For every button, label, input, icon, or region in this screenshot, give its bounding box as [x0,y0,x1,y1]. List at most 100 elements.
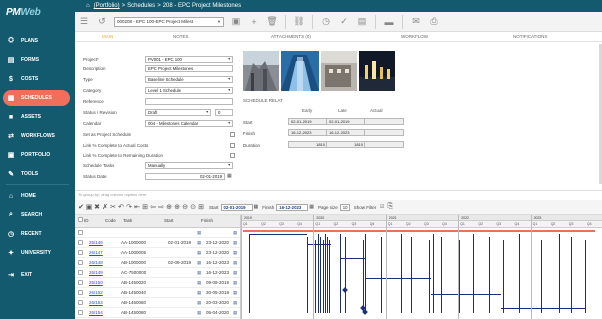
table-row[interactable]: 26/149 AC-7500000 16-12-2023 ▦ ▦ [75,268,240,278]
table-row[interactable]: 26/146 AA-1000000 02-01-2019 23-12-2020 ▦ ▦ [75,238,240,248]
save-grid-icon[interactable]: ✔ [77,203,85,211]
page-size-input[interactable]: 10 [339,203,350,211]
start-column-header[interactable]: Start [164,218,174,223]
project-select[interactable]: PV001 - EPC 100 ▼ [145,55,233,63]
tab-attachments[interactable]: Attachments (0) [271,34,311,39]
row-checkbox[interactable] [78,250,83,255]
group-by-bar[interactable]: To group by: drag column caption here [75,190,602,198]
folder-icon[interactable]: ▬ [380,14,398,30]
sidebar-item-assets[interactable]: ■ ASSETS [0,109,75,125]
row-id-link[interactable]: 26/149 [89,270,103,275]
tab-workflow[interactable]: Workflow [401,34,428,39]
schedule-tasks-select[interactable]: Manually ▼ [145,161,233,169]
project-photo-1[interactable] [243,51,279,91]
zoom-out-icon[interactable]: ⊖ [181,203,189,211]
select-all-checkbox[interactable] [78,217,83,222]
breadcrumb-schedules[interactable]: Schedules [127,3,155,9]
export-gantt-icon[interactable]: ⎘ [386,203,394,211]
row-id-link[interactable]: 26/153 [89,300,103,305]
clock-icon[interactable]: ◷ [317,14,335,30]
link-remaining-checkbox[interactable] [230,152,235,158]
sidebar-item-portfolio[interactable]: ▣ PORTFOLIO [0,147,75,163]
sidebar-item-schedules[interactable]: ▦ SCHEDULES [3,90,70,106]
row-checkbox[interactable] [78,290,83,295]
row-checkbox[interactable] [78,260,83,265]
calendar-select[interactable]: 004 - Milestones Calendar ▼ [145,119,233,127]
project-photo-2[interactable] [281,51,319,91]
type-select[interactable]: Baseline Schedule ▼ [145,75,233,83]
calendar-icon[interactable]: ▦ [309,204,314,210]
description-field[interactable]: EPC Project Milestones [145,64,233,72]
start-filter-input[interactable]: 02-01-2019 [220,203,253,211]
code-column-header[interactable]: Code [105,218,116,223]
gantt-task-bar[interactable] [249,234,307,235]
link-tasks-icon[interactable]: ⊕ [165,203,173,211]
row-id-link[interactable]: 26/146 [89,240,103,245]
row-checkbox[interactable] [78,270,83,275]
link-actual-checkbox[interactable] [230,142,235,148]
finish-calendar-icon[interactable]: ▦ [233,250,237,256]
email-icon[interactable]: ✉ [407,14,425,30]
fit-icon[interactable]: ⊙ [189,203,197,211]
tab-notifications[interactable]: Notifications [513,34,547,39]
finish-calendar-icon[interactable]: ▦ [233,260,237,266]
row-checkbox[interactable] [78,300,83,305]
gantt-task-bar[interactable] [501,308,585,309]
start-calendar-icon[interactable]: ▦ [197,270,201,276]
finish-calendar-icon[interactable]: ▦ [233,310,237,316]
table-row[interactable]: ▦ ▦ [75,228,240,238]
row-checkbox[interactable] [78,310,83,315]
tab-notes[interactable]: Notes [173,34,189,39]
sidebar-item-workflows[interactable]: ⇄ WORKFLOWS [0,128,75,144]
gantt-milestone-marker[interactable] [362,309,368,315]
row-checkbox[interactable] [78,240,83,245]
finish-calendar-icon[interactable]: ▦ [233,240,237,246]
finish-calendar-icon[interactable]: ▦ [233,280,237,286]
delete-row-icon[interactable]: ✖ [93,203,101,211]
project-photo-3[interactable] [321,51,357,91]
cut-icon[interactable]: ✂ [109,203,117,211]
table-row[interactable]: 26/152 AB-1450040 30-05-2019 ▦ ▦ [75,288,240,298]
start-calendar-icon[interactable]: ▦ [197,290,201,296]
finish-calendar-icon[interactable]: ▦ [233,230,237,236]
gantt-task-bar[interactable] [431,294,501,295]
show-filter-checkbox[interactable]: ☑ [378,204,386,210]
sidebar-item-tools[interactable]: ✎ TOOLS [0,166,75,182]
finish-column-header[interactable]: Finish [201,218,213,223]
status-select[interactable]: Draft ▼ [145,108,211,116]
indent-icon[interactable]: ⇨ [157,203,165,211]
breadcrumb-portfolio[interactable]: (Portfolio) [94,3,120,9]
record-selector[interactable]: 000208 - EPC 100-EPC Project Milest ▼ [114,16,224,27]
sidebar-item-home[interactable]: ⌂ HOME [0,188,75,204]
row-id-link[interactable]: 26/150 [89,280,103,285]
project-photo-4[interactable] [359,51,395,91]
task-column-header[interactable]: Task [123,218,132,223]
start-calendar-icon[interactable]: ▦ [197,310,201,316]
sidebar-item-plans[interactable]: ⛭ PLANS [0,33,75,49]
finish-calendar-icon[interactable]: ▦ [233,270,237,276]
finish-filter-input[interactable]: 16-12-2023 [276,203,309,211]
undo-icon[interactable]: ↺ [93,14,111,30]
publish-icon[interactable]: ▤ [353,14,371,30]
revision-field[interactable]: 0 [215,108,233,116]
row-id-link[interactable]: 26/147 [89,250,103,255]
category-select[interactable]: Level 1 Schedule ▼ [145,86,233,94]
gantt-chart[interactable]: 2019 2020 2021 2022 2023 Q1 Q2 Q3 Q4 Q1 Q2 Q3 Q4 Q1 Q… [240,215,602,319]
add-row-icon[interactable]: ⊞ [141,203,149,211]
gantt-summary-bar[interactable] [243,230,595,232]
add-icon[interactable]: + [245,14,263,30]
row-checkbox[interactable] [78,230,83,235]
set-as-project-checkbox[interactable] [230,131,235,137]
sidebar-item-costs[interactable]: $ COSTS [0,71,75,87]
row-id-link[interactable]: 26/154 [89,310,103,315]
reference-field[interactable] [145,97,233,105]
row-checkbox[interactable] [78,280,83,285]
table-row[interactable]: 26/150 AB-1450020 09-09-2019 ▦ ▦ [75,278,240,288]
list-view-icon[interactable]: ☰ [75,14,93,30]
gantt-task-bar[interactable] [340,258,366,259]
table-row[interactable]: 26/148 AB-1000000 02-09-2019 16-12-2023 ▦ ▦ [75,258,240,268]
print-icon[interactable]: ⎙ [425,14,443,30]
finish-calendar-icon[interactable]: ▦ [233,300,237,306]
start-calendar-icon[interactable]: ▦ [197,230,201,236]
start-calendar-icon[interactable]: ▦ [197,280,201,286]
